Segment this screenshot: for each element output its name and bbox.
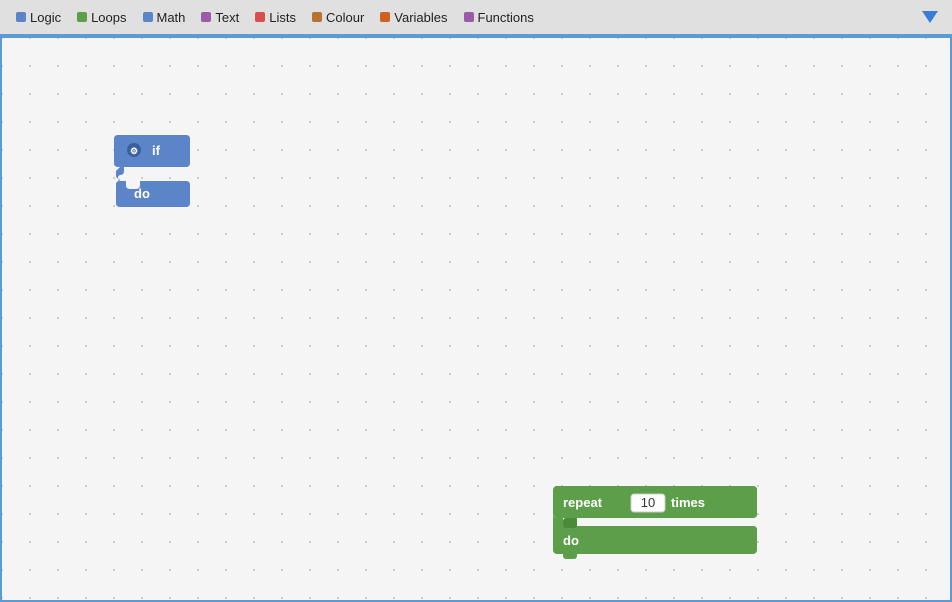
text-label: Text: [215, 10, 239, 25]
lists-label: Lists: [269, 10, 296, 25]
repeat-block[interactable]: repeat 10 times do: [549, 486, 759, 561]
svg-text:⚙: ⚙: [130, 146, 138, 156]
toolbar-item-logic[interactable]: Logic: [8, 6, 69, 29]
svg-text:times: times: [671, 495, 705, 510]
logic-color-dot: [16, 12, 26, 22]
toolbar-item-loops[interactable]: Loops: [69, 6, 134, 29]
functions-label: Functions: [478, 10, 534, 25]
toolbar: Logic Loops Math Text Lists Colour Varia…: [0, 0, 952, 36]
svg-text:do: do: [134, 186, 150, 201]
toolbar-item-lists[interactable]: Lists: [247, 6, 304, 29]
math-color-dot: [143, 12, 153, 22]
svg-text:repeat: repeat: [563, 495, 603, 510]
toolbar-item-text[interactable]: Text: [193, 6, 247, 29]
math-label: Math: [157, 10, 186, 25]
colour-label: Colour: [326, 10, 364, 25]
loops-color-dot: [77, 12, 87, 22]
toolbar-item-functions[interactable]: Functions: [456, 6, 542, 29]
variables-color-dot: [380, 12, 390, 22]
text-color-dot: [201, 12, 211, 22]
svg-text:10: 10: [641, 495, 655, 510]
functions-color-dot: [464, 12, 474, 22]
logic-label: Logic: [30, 10, 61, 25]
toolbar-item-math[interactable]: Math: [135, 6, 194, 29]
workspace: ⚙ if do repeat 10 times: [0, 36, 952, 602]
svg-text:if: if: [152, 143, 161, 158]
svg-text:do: do: [563, 533, 579, 548]
repeat-block-svg: repeat 10 times do: [549, 486, 759, 561]
dropdown-arrow-icon[interactable]: [922, 11, 938, 23]
colour-color-dot: [312, 12, 322, 22]
toolbar-item-colour[interactable]: Colour: [304, 6, 372, 29]
loops-label: Loops: [91, 10, 126, 25]
if-block-svg: ⚙ if do: [112, 135, 192, 210]
if-block[interactable]: ⚙ if do: [112, 135, 192, 210]
toolbar-item-variables[interactable]: Variables: [372, 6, 455, 29]
lists-color-dot: [255, 12, 265, 22]
variables-label: Variables: [394, 10, 447, 25]
